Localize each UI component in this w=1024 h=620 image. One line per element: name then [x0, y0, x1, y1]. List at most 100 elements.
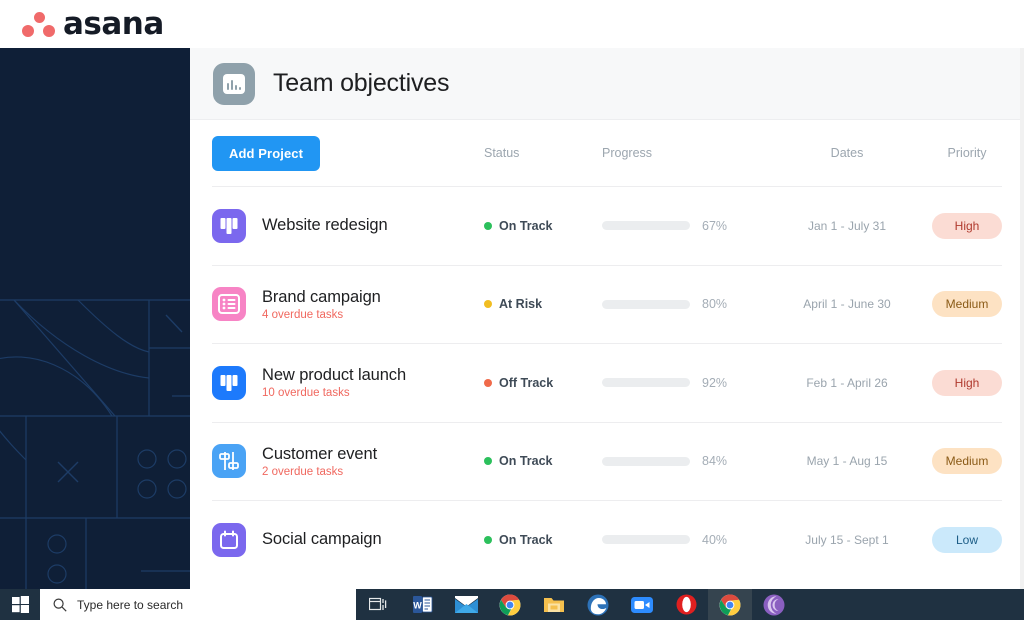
row-name-cell[interactable]: Brand campaign 4 overdue tasks [212, 287, 484, 321]
row-priority-cell[interactable]: Medium [917, 291, 1017, 317]
table-row[interactable]: New product launch 10 overdue tasks Off … [212, 343, 1002, 422]
project-calendar-icon [212, 523, 246, 557]
taskbar-edge-icon[interactable] [576, 589, 620, 620]
project-name: Customer event [262, 445, 377, 464]
page-title: Team objectives [273, 69, 449, 98]
task-view-button[interactable] [356, 589, 400, 620]
task-view-icon [369, 597, 387, 612]
windows-logo-icon [12, 596, 29, 613]
taskbar-zoom-icon[interactable] [620, 589, 664, 620]
progress-bar [602, 378, 690, 387]
row-priority-cell[interactable]: High [917, 213, 1017, 239]
header-cell-progress[interactable]: Progress [602, 146, 777, 160]
status-dot-icon [484, 300, 492, 308]
row-status-cell[interactable]: Off Track [484, 376, 602, 390]
svg-text:W: W [413, 601, 422, 611]
row-dates-cell[interactable]: Jan 1 - July 31 [777, 219, 917, 233]
start-button[interactable] [0, 589, 40, 620]
row-progress-cell[interactable]: 67% [602, 219, 777, 233]
progress-bar [602, 300, 690, 309]
row-name-cell[interactable]: Customer event 2 overdue tasks [212, 444, 484, 478]
priority-badge: High [932, 370, 1002, 396]
row-progress-cell[interactable]: 40% [602, 533, 777, 547]
brand-name: asana [63, 9, 164, 39]
table-row[interactable]: Brand campaign 4 overdue tasks At Risk 8… [212, 265, 1002, 344]
taskbar-search[interactable]: Type here to search [40, 589, 356, 620]
priority-badge: Low [932, 527, 1002, 553]
row-status-cell[interactable]: At Risk [484, 297, 602, 311]
table-header-row: Add Project Status Progress Dates Priori… [212, 120, 1002, 186]
row-priority-cell[interactable]: Low [917, 527, 1017, 553]
row-progress-cell[interactable]: 84% [602, 454, 777, 468]
header-cell-name: Add Project [212, 136, 484, 171]
project-name: Social campaign [262, 530, 382, 549]
row-priority-cell[interactable]: Medium [917, 448, 1017, 474]
panel-header: Team objectives [190, 48, 1024, 120]
project-workflow-icon [212, 444, 246, 478]
asana-dots-icon [22, 11, 56, 39]
asana-logo[interactable]: asana [22, 9, 164, 39]
row-status-cell[interactable]: On Track [484, 219, 602, 233]
row-progress-cell[interactable]: 92% [602, 376, 777, 390]
vertical-scrollbar[interactable] [1020, 48, 1024, 589]
taskbar-app-list: W [400, 589, 796, 620]
windows-taskbar: Type here to search W [0, 589, 1024, 620]
project-board-icon [212, 366, 246, 400]
header-cell-status[interactable]: Status [484, 146, 602, 160]
overdue-tasks-label: 2 overdue tasks [262, 466, 377, 478]
taskbar-explorer-icon[interactable] [532, 589, 576, 620]
progress-bar [602, 457, 690, 466]
search-placeholder: Type here to search [77, 598, 183, 612]
project-panel: Team objectives Add Project Status Progr… [190, 48, 1024, 589]
taskbar-bittorrent-icon[interactable] [752, 589, 796, 620]
row-status-cell[interactable]: On Track [484, 454, 602, 468]
row-status-cell[interactable]: On Track [484, 533, 602, 547]
status-label: On Track [499, 533, 553, 547]
row-name-cell[interactable]: New product launch 10 overdue tasks [212, 366, 484, 400]
taskbar-chrome-icon[interactable] [708, 589, 752, 620]
sidebar-pattern-graphic [0, 48, 190, 589]
search-icon [53, 598, 67, 612]
progress-bar [602, 535, 690, 544]
row-dates-cell[interactable]: May 1 - Aug 15 [777, 454, 917, 468]
table-row[interactable]: Website redesign On Track 67% Jan 1 - Ju… [212, 186, 1002, 265]
list-icon [212, 287, 246, 321]
status-dot-icon [484, 379, 492, 387]
project-name: New product launch [262, 366, 406, 385]
row-dates-cell[interactable]: April 1 - June 30 [777, 297, 917, 311]
decorative-sidebar [0, 48, 190, 589]
board-icon [212, 209, 246, 243]
workflow-icon [212, 444, 246, 478]
row-name-cell[interactable]: Website redesign [212, 209, 484, 243]
calendar-icon [212, 523, 246, 557]
overdue-tasks-label: 4 overdue tasks [262, 309, 381, 321]
taskbar-mail-icon[interactable] [444, 589, 488, 620]
add-project-button[interactable]: Add Project [212, 136, 320, 171]
project-board-icon [212, 209, 246, 243]
project-name: Brand campaign [262, 288, 381, 307]
row-dates-cell[interactable]: July 15 - Sept 1 [777, 533, 917, 547]
overdue-tasks-label: 10 overdue tasks [262, 387, 406, 399]
taskbar-opera-icon[interactable] [664, 589, 708, 620]
status-dot-icon [484, 457, 492, 465]
header-cell-dates[interactable]: Dates [777, 146, 917, 160]
progress-percent: 80% [702, 297, 727, 311]
table-row[interactable]: Social campaign On Track 40% July 15 - S… [212, 500, 1002, 579]
taskbar-chrome-icon[interactable] [488, 589, 532, 620]
row-dates-cell[interactable]: Feb 1 - April 26 [777, 376, 917, 390]
table-row[interactable]: Customer event 2 overdue tasks On Track … [212, 422, 1002, 501]
row-name-cell[interactable]: Social campaign [212, 523, 484, 557]
row-priority-cell[interactable]: High [917, 370, 1017, 396]
status-label: On Track [499, 219, 553, 233]
row-progress-cell[interactable]: 80% [602, 297, 777, 311]
bar-chart-icon [213, 63, 255, 105]
brand-bar: asana [0, 0, 1024, 48]
priority-badge: High [932, 213, 1002, 239]
priority-badge: Medium [932, 448, 1002, 474]
status-label: At Risk [499, 297, 542, 311]
project-name: Website redesign [262, 216, 388, 235]
header-cell-priority[interactable]: Priority [917, 146, 1017, 160]
taskbar-word-icon[interactable]: W [400, 589, 444, 620]
app-window: asana [0, 0, 1024, 620]
progress-percent: 67% [702, 219, 727, 233]
